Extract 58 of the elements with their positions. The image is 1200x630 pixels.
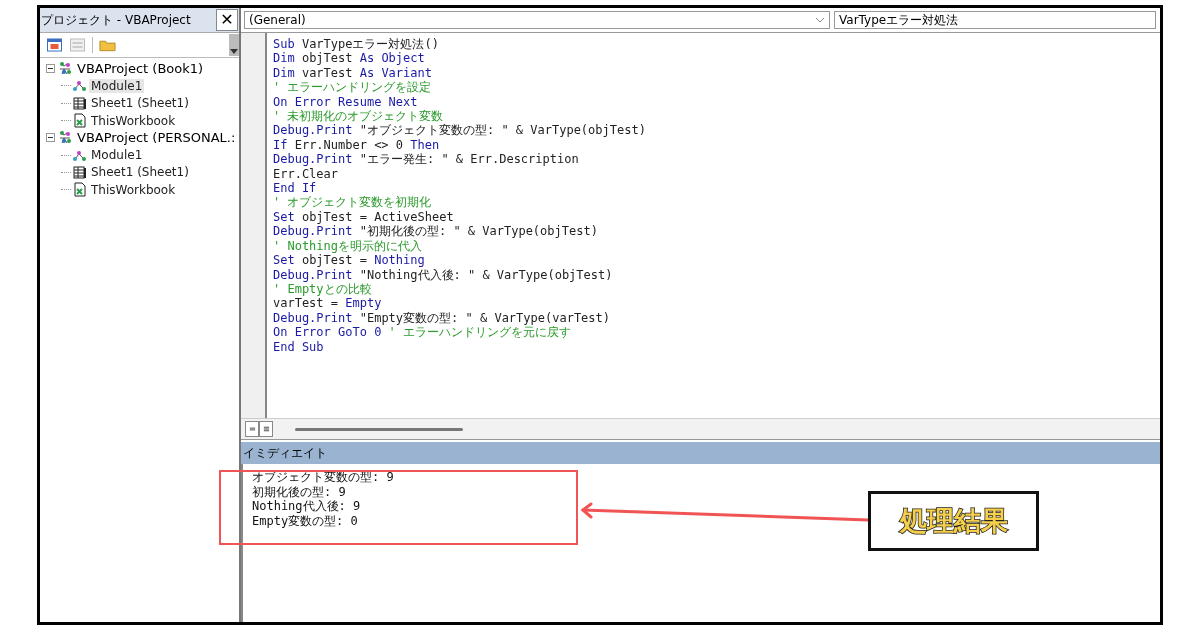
code-line: If Err.Number <> 0 Then xyxy=(273,137,440,153)
tree-item[interactable]: VBAProject (PERSONAL.: xyxy=(75,130,238,146)
scroll-button[interactable] xyxy=(229,34,239,56)
code-line: varTest = Empty xyxy=(273,296,382,311)
lines-icon xyxy=(248,426,256,432)
tree-item[interactable]: Sheet1 (Sheet1) xyxy=(89,165,191,180)
module-icon xyxy=(72,78,87,94)
tree-item[interactable]: Module1 xyxy=(89,148,145,163)
chevron-down-icon xyxy=(815,17,825,23)
code-line: Dim varTest As Variant xyxy=(273,65,432,81)
output-line: 初期化後の型: 9 xyxy=(252,484,346,499)
dropdown-arrow-icon xyxy=(230,49,238,54)
folder-icon[interactable] xyxy=(99,38,116,52)
sheet-icon xyxy=(72,164,87,180)
full-module-view-button[interactable] xyxy=(259,421,273,437)
lines-icon xyxy=(262,426,270,432)
tree-item[interactable]: VBAProject (Book1) xyxy=(75,61,206,77)
code-line: ' Emptyとの比較 xyxy=(273,281,372,297)
code-line: End Sub xyxy=(273,339,324,354)
tree-item[interactable]: ThisWorkbook xyxy=(89,182,178,197)
panel-title: プロジェクト - VBAProject xyxy=(40,11,191,29)
immediate-title: イミディエイト xyxy=(243,444,327,462)
procedure-view-button[interactable] xyxy=(245,421,259,437)
code-line: Dim objTest As Object xyxy=(273,51,425,66)
code-line: Debug.Print "オブジェクト変数の型: " & VarType(objTest) xyxy=(273,123,646,138)
code-line: Debug.Print "エラー発生: " & Err.Description xyxy=(273,152,579,167)
scrollbar-thumb[interactable] xyxy=(295,427,463,431)
callout-label: 処理結果 xyxy=(868,491,1039,551)
project-icon xyxy=(58,130,73,146)
code-line: ' Nothingを明示的に代入 xyxy=(273,238,423,254)
code-line: On Error GoTo 0 ' エラーハンドリングを元に戻す xyxy=(273,325,572,340)
output-line: Nothing代入後: 9 xyxy=(252,499,361,514)
tree-item[interactable]: ThisWorkbook xyxy=(89,113,178,128)
code-line: Err.Clear xyxy=(273,166,339,182)
procedure-dropdown[interactable]: VarTypeエラー対処法 xyxy=(834,11,1156,29)
sheet-icon xyxy=(72,95,87,111)
code-line: End If xyxy=(273,181,317,196)
workbook-icon xyxy=(72,182,87,198)
code-line: On Error Resume Next xyxy=(273,94,418,110)
collapse-icon[interactable] xyxy=(46,64,55,74)
output-line: Empty変数の型: 0 xyxy=(252,513,358,528)
tree-item[interactable]: Sheet1 (Sheet1) xyxy=(89,96,191,111)
code-line: ' オブジェクト変数を初期化 xyxy=(273,195,432,210)
object-dropdown[interactable]: (General) xyxy=(244,11,830,29)
code-line: ' 未初期化のオブジェクト変数 xyxy=(273,109,444,124)
collapse-icon[interactable] xyxy=(46,133,55,143)
code-line: Debug.Print "Nothing代入後: " & VarType(objTest) xyxy=(273,267,613,282)
workbook-icon xyxy=(72,113,87,129)
code-line: Set objTest = ActiveSheet xyxy=(273,209,454,225)
code-line: Set objTest = Nothing xyxy=(273,253,425,268)
project-icon xyxy=(58,61,73,77)
tree-item[interactable]: Module1 xyxy=(89,78,145,93)
code-line: Debug.Print "初期化後の型: " & VarType(objTest) xyxy=(273,224,598,239)
close-button[interactable]: ✕ xyxy=(216,9,238,31)
code-line: Sub VarTypeエラー対処法() xyxy=(273,37,439,52)
code-line: ' エラーハンドリングを設定 xyxy=(273,80,432,95)
grid-view-icon[interactable] xyxy=(46,38,63,52)
code-line: Debug.Print "Empty変数の型: " & VarType(varTest) xyxy=(273,310,610,326)
